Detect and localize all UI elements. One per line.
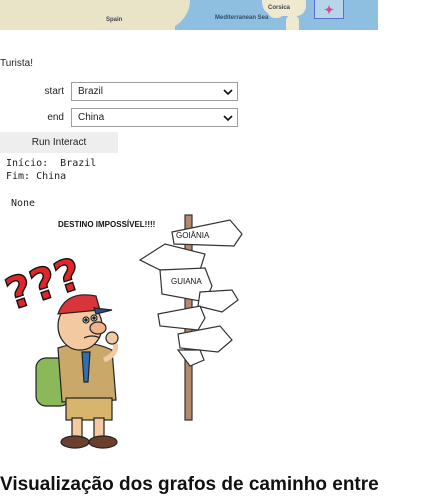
start-select-value: Brazil <box>78 86 104 97</box>
sign-guiana: GUIANA <box>171 277 202 286</box>
output-inicio: Início: Brazil <box>6 158 97 169</box>
end-row: end China <box>0 108 240 128</box>
output-result: None <box>11 198 36 209</box>
map-view[interactable]: Spain Mediterranean Sea Corsica ✦ <box>0 0 378 30</box>
illustration-caption: DESTINO IMPOSSÍVEL!!!! <box>58 220 155 229</box>
lost-tourist-illustration: DESTINO IMPOSSÍVEL!!!! GOIÂNIA GUIANA ??… <box>0 214 243 449</box>
section-heading: Visualização dos grafos de caminho entre <box>0 474 379 495</box>
start-row: start Brazil <box>0 82 240 102</box>
tourist-figure <box>35 294 119 449</box>
map-label-mediterranean: Mediterranean Sea <box>215 15 269 21</box>
chevron-down-icon <box>223 89 233 96</box>
output-fim: Fim: China <box>6 171 67 182</box>
app-title: Turista! <box>0 58 33 69</box>
map-label-spain: Spain <box>106 17 123 23</box>
map-island-sardinia <box>286 15 299 30</box>
start-label: start <box>44 86 64 97</box>
map-label-corsica: Corsica <box>268 5 290 18</box>
chevron-down-icon <box>223 115 233 122</box>
map-control-icon: ✦ <box>324 3 335 17</box>
start-select[interactable]: Brazil <box>71 82 238 101</box>
sign-goiania: GOIÂNIA <box>176 231 210 240</box>
run-interact-button[interactable]: Run Interact <box>0 132 118 153</box>
end-select[interactable]: China <box>71 108 238 127</box>
end-select-value: China <box>78 112 105 123</box>
signpost-signs <box>138 219 243 367</box>
end-label: end <box>47 112 64 123</box>
